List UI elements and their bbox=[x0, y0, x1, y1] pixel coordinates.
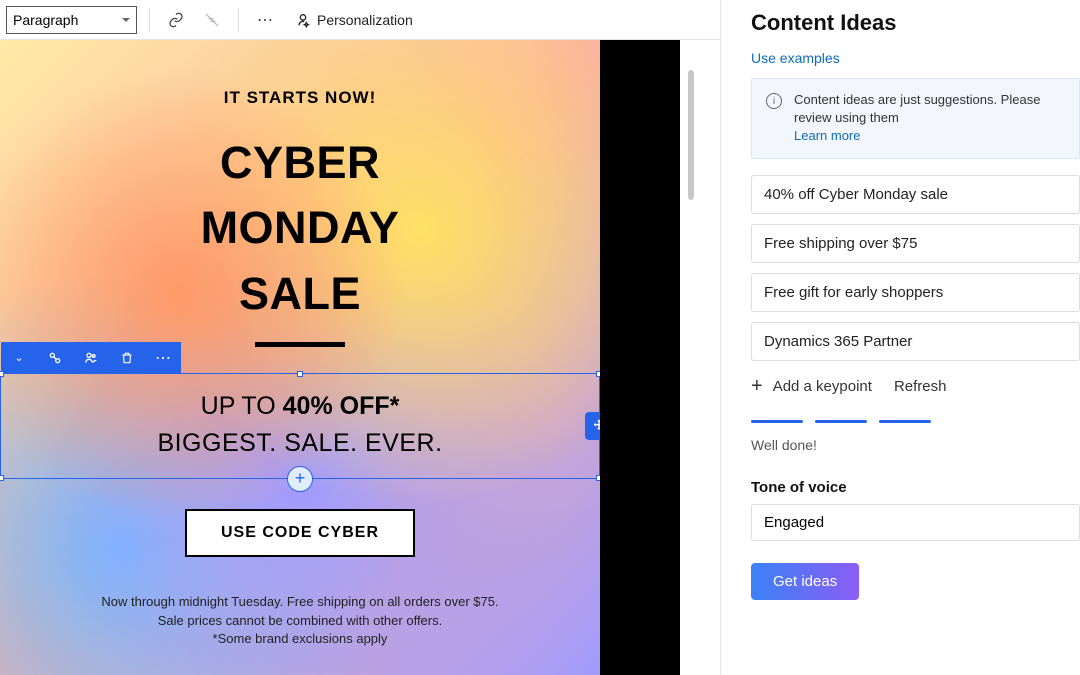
biggest-line: BIGGEST. SALE. EVER. bbox=[1, 429, 599, 458]
block-expand-button[interactable]: ⌄ bbox=[1, 342, 37, 374]
fine-print-3: *Some brand exclusions apply bbox=[0, 630, 600, 649]
discount-prefix: UP TO bbox=[201, 392, 283, 420]
panel-title: Content Ideas bbox=[751, 10, 1080, 36]
personalization-button[interactable]: Personalization bbox=[287, 6, 421, 34]
personalization-label: Personalization bbox=[317, 12, 413, 28]
fine-print: Now through midnight Tuesday. Free shipp… bbox=[0, 593, 600, 650]
resize-handle[interactable] bbox=[596, 475, 600, 481]
cta-button[interactable]: USE CODE CYBER bbox=[185, 509, 415, 557]
scrollbar-area bbox=[680, 40, 720, 675]
progress-bars bbox=[751, 420, 1080, 423]
canvas-side-strip bbox=[600, 40, 680, 675]
tone-label: Tone of voice bbox=[751, 479, 1080, 496]
discount-line: UP TO 40% OFF* bbox=[1, 392, 599, 421]
progress-status: Well done! bbox=[751, 437, 1080, 453]
separator bbox=[238, 8, 239, 32]
hero-line-1: CYBER bbox=[0, 130, 600, 195]
resize-handle[interactable] bbox=[297, 371, 303, 377]
progress-segment bbox=[815, 420, 867, 423]
keypoint-actions: + Add a keypoint Refresh bbox=[751, 375, 1080, 398]
link-icon[interactable] bbox=[162, 6, 190, 34]
block-people-button[interactable] bbox=[73, 342, 109, 374]
tone-select-value: Engaged bbox=[764, 514, 824, 531]
unlink-icon bbox=[198, 6, 226, 34]
keypoint-input[interactable]: 40% off Cyber Monday sale bbox=[751, 175, 1080, 214]
drag-handle[interactable] bbox=[585, 412, 600, 440]
discount-strong: 40% OFF* bbox=[283, 392, 400, 420]
hero-line-2: MONDAY bbox=[0, 195, 600, 260]
refresh-button[interactable]: Refresh bbox=[894, 378, 947, 395]
keypoints-list: 40% off Cyber Monday sale Free shipping … bbox=[751, 175, 1080, 361]
hero-line-3: SALE bbox=[0, 261, 600, 326]
fine-print-1: Now through midnight Tuesday. Free shipp… bbox=[0, 593, 600, 612]
block-link-button[interactable] bbox=[37, 342, 73, 374]
chevron-down-icon bbox=[122, 18, 130, 22]
keypoint-input[interactable]: Dynamics 365 Partner bbox=[751, 322, 1080, 361]
hero-title: CYBER MONDAY SALE bbox=[0, 130, 600, 326]
fine-print-2: Sale prices cannot be combined with othe… bbox=[0, 612, 600, 631]
info-text: Content ideas are just suggestions. Plea… bbox=[794, 91, 1065, 146]
block-more-button[interactable]: ⋯ bbox=[145, 342, 181, 374]
selection-texts: UP TO 40% OFF* BIGGEST. SALE. EVER. bbox=[1, 392, 599, 458]
title-underline bbox=[255, 342, 345, 347]
person-gear-icon bbox=[295, 12, 311, 28]
email-canvas[interactable]: IT STARTS NOW! CYBER MONDAY SALE ⌄ ⋯ UP … bbox=[0, 40, 600, 675]
paragraph-style-select[interactable]: Paragraph bbox=[6, 6, 137, 34]
selected-text-block[interactable]: ⌄ ⋯ UP TO 40% OFF* BIGGEST. SALE. EVER. bbox=[0, 373, 600, 479]
learn-more-link[interactable]: Learn more bbox=[794, 128, 860, 143]
resize-handle[interactable] bbox=[596, 371, 600, 377]
style-select-value: Paragraph bbox=[13, 12, 78, 28]
get-ideas-button[interactable]: Get ideas bbox=[751, 563, 859, 600]
progress-segment bbox=[879, 420, 931, 423]
keypoint-input[interactable]: Free gift for early shoppers bbox=[751, 273, 1080, 312]
content-ideas-panel: Content Ideas Use examples i Content ide… bbox=[720, 0, 1080, 675]
preheader-text: IT STARTS NOW! bbox=[0, 40, 600, 108]
canvas-wrap: IT STARTS NOW! CYBER MONDAY SALE ⌄ ⋯ UP … bbox=[0, 40, 720, 675]
use-examples-link[interactable]: Use examples bbox=[751, 50, 1080, 66]
resize-handle[interactable] bbox=[0, 475, 4, 481]
tone-select[interactable]: Engaged bbox=[751, 504, 1080, 541]
editor-pane: Paragraph ⋯ Personalization IT STARTS NO… bbox=[0, 0, 720, 675]
resize-handle[interactable] bbox=[0, 371, 4, 377]
add-block-button[interactable]: + bbox=[287, 466, 313, 492]
block-toolbar: ⌄ ⋯ bbox=[1, 342, 181, 374]
separator bbox=[149, 8, 150, 32]
scrollbar-thumb[interactable] bbox=[688, 70, 694, 200]
info-box: i Content ideas are just suggestions. Pl… bbox=[751, 78, 1080, 159]
block-delete-button[interactable] bbox=[109, 342, 145, 374]
info-text-body: Content ideas are just suggestions. Plea… bbox=[794, 92, 1040, 125]
progress-segment bbox=[751, 420, 803, 423]
info-icon: i bbox=[766, 93, 782, 109]
editor-toolbar: Paragraph ⋯ Personalization bbox=[0, 0, 720, 40]
plus-icon: + bbox=[751, 375, 763, 398]
add-keypoint-label: Add a keypoint bbox=[773, 378, 872, 395]
more-icon[interactable]: ⋯ bbox=[251, 6, 279, 34]
keypoint-input[interactable]: Free shipping over $75 bbox=[751, 224, 1080, 263]
add-keypoint-button[interactable]: + Add a keypoint bbox=[751, 375, 872, 398]
